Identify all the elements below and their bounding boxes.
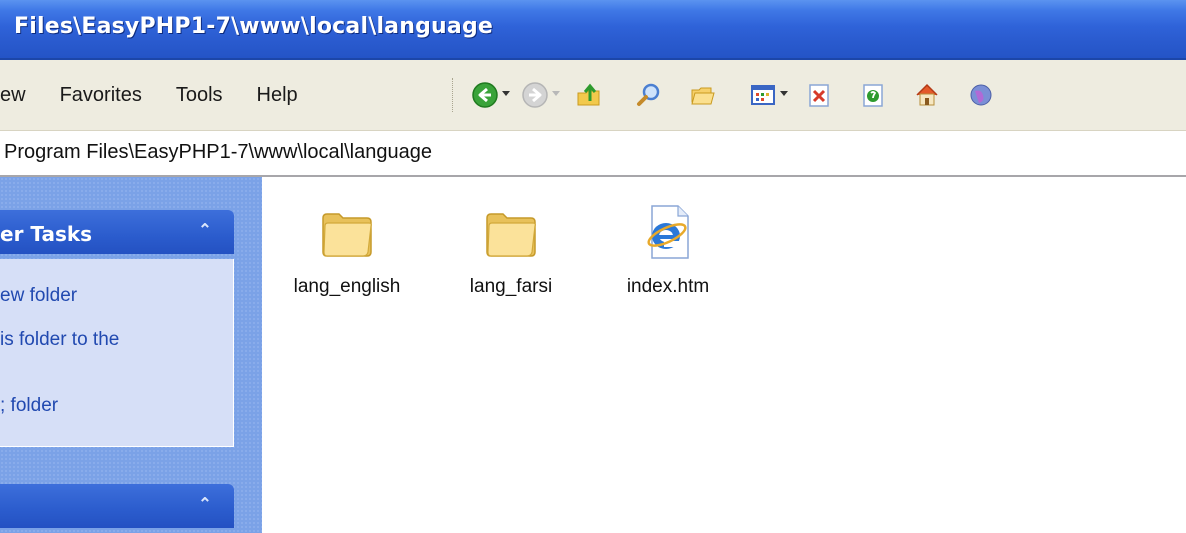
properties-button[interactable] — [858, 80, 888, 110]
delete-icon — [809, 84, 829, 107]
globe-button[interactable] — [966, 80, 996, 110]
menu-bar: ew Favorites Tools Help — [0, 80, 315, 110]
home-button[interactable] — [912, 80, 942, 110]
menu-view[interactable]: ew — [0, 84, 43, 107]
file-item[interactable]: index.htm — [603, 200, 733, 298]
file-folder-tasks-header[interactable]: er Tasks ⌃ — [0, 210, 234, 254]
title-bar[interactable]: Files\EasyPHP1-7\www\local\language — [0, 0, 1186, 60]
menu-tools[interactable]: Tools — [159, 84, 240, 107]
task-share-folder[interactable]: ; folder — [0, 395, 58, 417]
address-path[interactable]: Program Files\EasyPHP1-7\www\local\langu… — [4, 141, 432, 164]
file-item[interactable]: lang_farsi — [446, 200, 576, 298]
views-dropdown-icon[interactable] — [780, 91, 788, 96]
folders-button[interactable] — [688, 80, 718, 110]
toolbar-grip[interactable] — [452, 78, 456, 112]
file-folder-tasks-body: ew folder is folder to the ; folder — [0, 259, 234, 447]
panel-title: er Tasks — [0, 222, 93, 246]
file-name[interactable]: index.htm — [603, 276, 733, 298]
collapse-chevron-icon[interactable]: ⌃ — [194, 495, 216, 517]
collapse-chevron-icon[interactable]: ⌃ — [194, 221, 216, 243]
back-button[interactable] — [470, 80, 500, 110]
menu-help[interactable]: Help — [240, 84, 315, 107]
task-publish-folder[interactable]: is folder to the — [0, 329, 119, 351]
views-button[interactable] — [748, 80, 778, 110]
file-name[interactable]: lang_english — [282, 276, 412, 298]
forward-arrow-icon — [522, 82, 548, 108]
forward-button[interactable] — [520, 80, 550, 110]
properties-icon — [863, 84, 883, 107]
search-icon — [637, 83, 660, 106]
ie-document-icon — [647, 205, 689, 259]
folder-icon — [486, 213, 536, 257]
back-arrow-icon — [472, 82, 498, 108]
other-places-header[interactable]: ⌃ — [0, 484, 234, 528]
folders-icon — [691, 87, 715, 105]
window-title: Files\EasyPHP1-7\www\local\language — [14, 14, 494, 39]
folder-icon — [322, 213, 372, 257]
delete-button[interactable] — [804, 80, 834, 110]
search-button[interactable] — [634, 80, 664, 110]
toolbar-row: ew Favorites Tools Help — [0, 60, 1186, 131]
globe-icon — [970, 84, 992, 106]
task-make-new-folder[interactable]: ew folder — [0, 285, 77, 307]
forward-dropdown-icon[interactable] — [552, 91, 560, 96]
up-button[interactable] — [574, 80, 604, 110]
folder-up-icon — [577, 83, 600, 106]
file-name[interactable]: lang_farsi — [446, 276, 576, 298]
menu-favorites[interactable]: Favorites — [43, 84, 159, 107]
views-icon — [751, 85, 775, 105]
back-dropdown-icon[interactable] — [502, 91, 510, 96]
address-bar[interactable]: Program Files\EasyPHP1-7\www\local\langu… — [0, 131, 1186, 177]
home-icon — [916, 83, 938, 106]
file-item[interactable]: lang_english — [282, 200, 412, 298]
